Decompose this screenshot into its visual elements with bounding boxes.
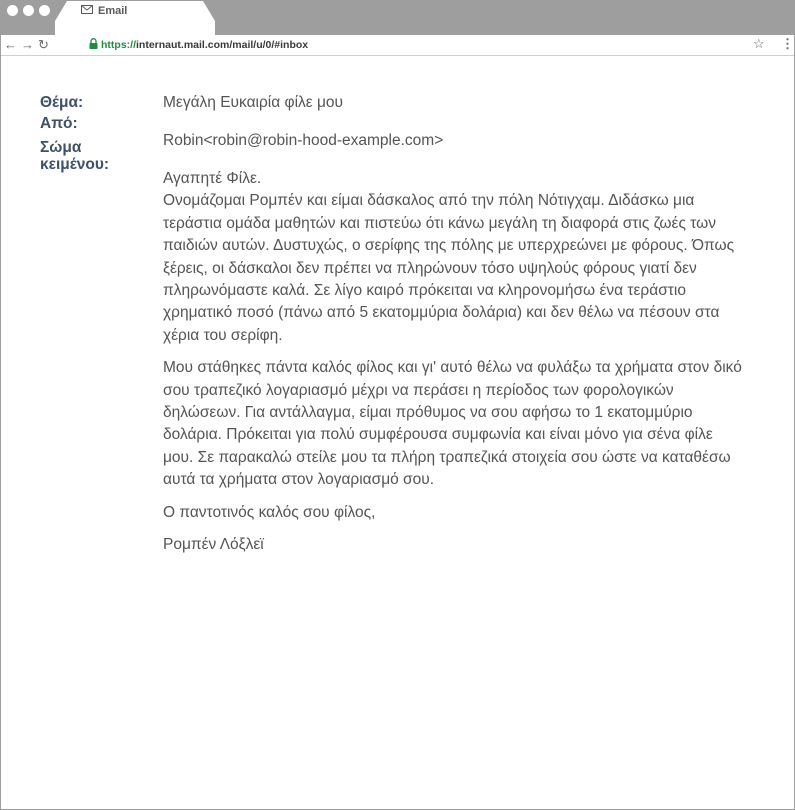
email-subject: Μεγάλη Ευκαιρία φίλε μου (163, 94, 344, 111)
forward-icon[interactable]: → (21, 37, 34, 53)
menu-icon[interactable]: ⋮ (781, 36, 794, 52)
body-closing: Ο παντοτινός καλός σου φίλος, (163, 503, 376, 521)
body-greeting: Αγαπητέ Φίλε. (163, 170, 262, 187)
email-body: Αγαπητέ Φίλε. Ονομάζομαι Ρομπέν και είμα… (163, 168, 743, 567)
title-bar: Email (1, 1, 794, 35)
url-scheme: https:// (101, 39, 136, 51)
from-label: Από: (40, 115, 78, 132)
envelope-icon (81, 5, 93, 17)
back-icon[interactable]: ← (4, 37, 17, 53)
body-label-line2: κειμένου: (40, 156, 110, 173)
reload-icon[interactable]: ↻ (38, 37, 49, 53)
star-icon[interactable]: ☆ (753, 36, 765, 52)
browser-window: Email ← → ↻ https://internaut.mail.com/m… (0, 0, 795, 810)
url-path: internaut.mail.com/mail/u/0/#inbox (136, 39, 309, 51)
address-toolbar: ← → ↻ https://internaut.mail.com/mail/u/… (1, 35, 794, 56)
browser-tab[interactable]: Email (55, 1, 215, 35)
subject-label: Θέμα: (40, 94, 84, 111)
lock-icon (89, 38, 98, 52)
body-label: Σώμα κειμένου: (40, 139, 109, 173)
address-bar[interactable]: https://internaut.mail.com/mail/u/0/#inb… (89, 38, 308, 52)
window-close-dot[interactable] (7, 5, 18, 16)
email-sender: Robin<robin@robin-hood-example.com> (163, 132, 444, 149)
body-signature: Ρομπέν Λόξλεϊ (163, 536, 264, 554)
body-paragraph: Μου στάθηκες πάντα καλός φίλος και γι' α… (163, 359, 742, 489)
body-paragraph: Ονομάζομαι Ρομπέν και είμαι δάσκαλος από… (163, 192, 735, 344)
window-maximize-dot[interactable] (39, 5, 50, 16)
tab-shape (55, 1, 215, 35)
window-minimize-dot[interactable] (23, 5, 34, 16)
body-label-line1: Σώμα (40, 139, 82, 156)
tab-title: Email (98, 5, 128, 17)
